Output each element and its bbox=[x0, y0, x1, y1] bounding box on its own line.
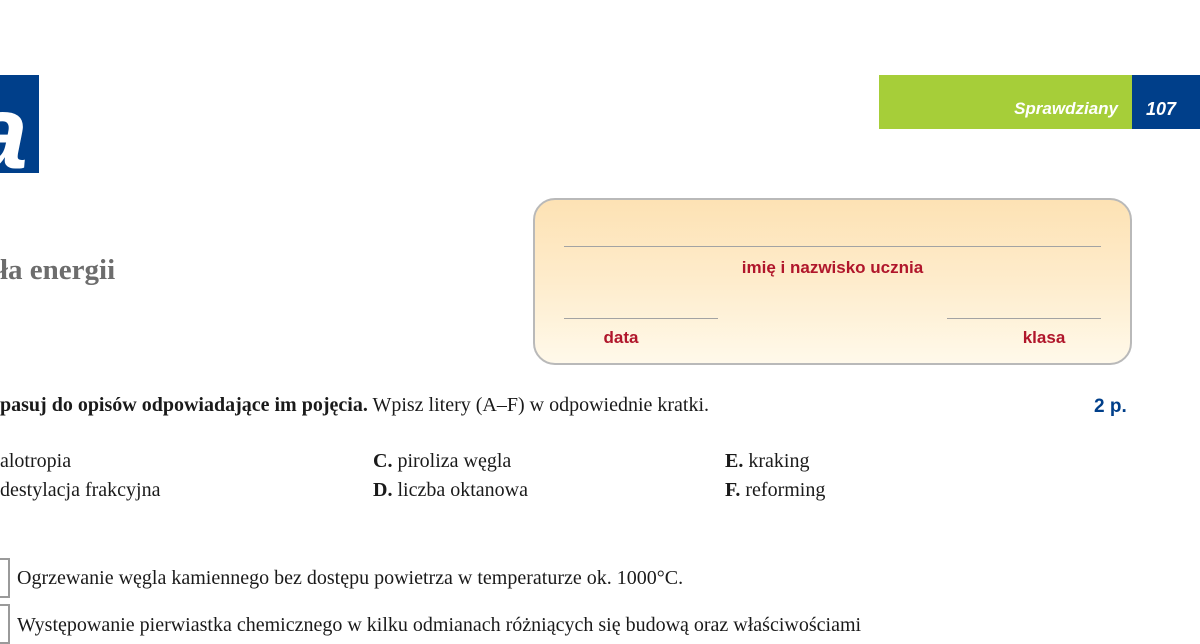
description-text: Występowanie pierwiastka chemicznego w k… bbox=[17, 614, 862, 636]
option-text: destylacja frakcyjna bbox=[0, 479, 161, 501]
option-letter: D. bbox=[373, 479, 393, 501]
class-line[interactable] bbox=[947, 318, 1101, 319]
answer-box[interactable] bbox=[0, 604, 10, 644]
task-instruction: pasuj do opisów odpowiadające im pojęcia… bbox=[0, 394, 709, 417]
name-line[interactable] bbox=[564, 246, 1101, 247]
task-points: 2 p. bbox=[1094, 396, 1127, 417]
page-number: 107 bbox=[1146, 99, 1177, 119]
option-text: alotropia bbox=[0, 450, 72, 472]
option-a: alotropia bbox=[0, 450, 71, 473]
task-instruction-rest: Wpisz litery (A–F) w odpowiednie kratki. bbox=[367, 394, 710, 416]
option-f: F. reforming bbox=[725, 479, 825, 502]
option-letter: E. bbox=[725, 450, 744, 472]
option-d: D. liczba oktanowa bbox=[373, 479, 528, 502]
option-text: reforming bbox=[740, 479, 826, 501]
section-header-bar: Sprawdziany bbox=[879, 75, 1132, 129]
option-text: liczba oktanowa bbox=[392, 479, 528, 501]
page-number-box: 107 bbox=[1132, 75, 1200, 129]
student-info-box: imię i nazwisko ucznia data klasa bbox=[533, 198, 1132, 365]
description-text: Ogrzewanie węgla kamiennego bez dostępu … bbox=[17, 567, 684, 589]
date-line[interactable] bbox=[564, 318, 718, 319]
answer-box[interactable] bbox=[0, 558, 10, 598]
date-caption: data bbox=[603, 328, 639, 347]
option-letter: F. bbox=[725, 479, 741, 501]
section-label: Sprawdziany bbox=[1014, 99, 1118, 118]
option-text: piroliza węgla bbox=[392, 450, 512, 472]
section-title: ła energii bbox=[0, 254, 116, 286]
publisher-logo: a bbox=[0, 75, 39, 173]
option-c: C. piroliza węgla bbox=[373, 450, 511, 473]
option-letter: C. bbox=[373, 450, 393, 472]
logo-glyph: a bbox=[0, 81, 28, 173]
class-caption: klasa bbox=[1022, 328, 1066, 347]
name-caption: imię i nazwisko ucznia bbox=[741, 258, 924, 277]
option-text: kraking bbox=[743, 450, 810, 472]
option-e: E. kraking bbox=[725, 450, 809, 473]
option-b: destylacja frakcyjna bbox=[0, 479, 160, 502]
task-instruction-bold: pasuj do opisów odpowiadające im pojęcia… bbox=[0, 394, 368, 416]
